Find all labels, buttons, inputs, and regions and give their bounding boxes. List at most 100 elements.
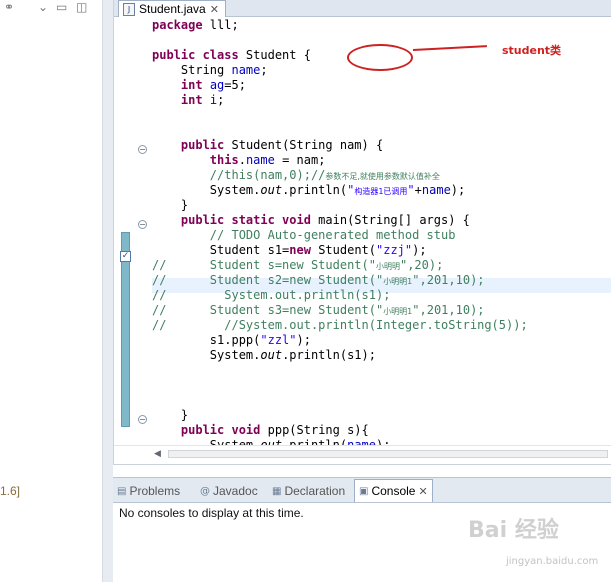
code-line[interactable]: Student s1=new Student("zzj"); (152, 243, 427, 258)
code-token: name (245, 153, 275, 167)
bottom-tab-bar: ▤ Problems @ Javadoc ▦ Declaration ▣ Con… (113, 478, 611, 503)
code-line[interactable]: // Student s3=new Student("小明明1",201,10)… (152, 303, 485, 318)
chevron-down-icon[interactable]: ⌄ (38, 0, 48, 14)
code-token: Student { (238, 48, 311, 62)
code-line[interactable]: public void ppp(String s){ (152, 423, 369, 438)
code-line[interactable]: System.out.println("构造器1已调用"+name); (152, 183, 465, 198)
tab-console[interactable]: ▣ Console ✕ (354, 479, 433, 502)
code-token: } (152, 408, 189, 422)
code-token: public void (180, 423, 261, 437)
code-token: // //System.out.println(Integer.toString… (152, 318, 528, 332)
editor-tab-student-java[interactable]: J Student.java ✕ (118, 0, 226, 17)
tab-label: Declaration (284, 484, 346, 498)
code-line[interactable]: s1.ppp("zzl"); (152, 333, 311, 348)
code-token: = nam; (274, 153, 326, 167)
editor-ruler: ✓ (114, 17, 134, 442)
declaration-icon: ▦ (272, 485, 282, 497)
code-token: System. (152, 348, 261, 362)
code-token: 小明明1 (383, 307, 413, 316)
code-line[interactable]: // TODO Auto-generated method stub (152, 228, 456, 243)
left-view-panel: ⚭ ⌄ ▭ ◫ 1.6] (0, 0, 103, 582)
code-line[interactable]: public Student(String nam) { (152, 138, 383, 153)
code-line[interactable]: // System.out.println(s1); (152, 288, 390, 303)
close-icon[interactable]: ✕ (418, 485, 427, 498)
code-token: 小明明 (375, 262, 400, 271)
code-token: name (231, 63, 261, 77)
scrollbar-thumb[interactable] (168, 450, 608, 458)
code-token: ppp(String s){ (260, 423, 369, 437)
code-token: } (152, 198, 189, 212)
tab-declaration[interactable]: ▦ Declaration (272, 481, 345, 501)
watermark-url: jingyan.baidu.com (506, 556, 599, 567)
code-token: ; (217, 93, 225, 107)
code-text-area[interactable]: package lll; public class Student { Strin… (152, 18, 611, 452)
code-token: Student( (310, 243, 376, 257)
code-editor[interactable]: J Student.java ✕ ✓ − − − package lll; pub… (113, 0, 611, 465)
code-token: ); (296, 333, 311, 347)
code-token: i (209, 93, 218, 107)
code-line[interactable]: System.out.println(s1); (152, 348, 376, 363)
fold-toggle-icon[interactable]: − (138, 415, 147, 424)
fold-toggle-icon[interactable]: − (138, 220, 147, 229)
tab-label: Problems (129, 484, 181, 498)
code-token: + (414, 183, 422, 197)
code-line[interactable]: public static void main(String[] args) { (152, 213, 470, 228)
code-token: int (180, 93, 203, 107)
code-line[interactable]: // //System.out.println(Integer.toString… (152, 318, 528, 333)
link-icon[interactable]: ⚭ (4, 0, 14, 14)
watermark-logo: Bai 经验 (468, 518, 559, 543)
code-token: String (152, 63, 232, 77)
code-token: 构造器1已调用 (354, 187, 408, 196)
scroll-left-icon[interactable]: ◀ (154, 449, 161, 459)
code-line[interactable]: // Student s2=new Student("小明明1",201,10)… (152, 273, 485, 288)
code-token: this (209, 153, 239, 167)
code-token: s1.ppp( (152, 333, 261, 347)
tab-label: Javadoc (213, 484, 258, 498)
code-token: package (152, 18, 203, 32)
code-line[interactable]: int i; (152, 93, 224, 108)
minimize-icon[interactable]: ▭ (56, 0, 67, 14)
code-line[interactable]: // Student s=new Student("小明明",20); (152, 258, 443, 273)
code-token: // TODO Auto-generated method stub (152, 228, 456, 242)
code-token: public class (152, 48, 239, 62)
code-line[interactable]: String name; (152, 63, 268, 78)
close-icon[interactable]: ✕ (210, 3, 219, 16)
code-token: // System.out.println(s1); (152, 288, 391, 302)
code-line[interactable]: this.name = nam; (152, 153, 326, 168)
code-line[interactable]: public class Student { (152, 48, 311, 63)
task-marker-icon[interactable]: ✓ (120, 251, 131, 262)
tab-problems[interactable]: ▤ Problems (117, 481, 180, 501)
code-token: main(String[] args) { (310, 213, 470, 227)
maximize-icon[interactable]: ◫ (76, 0, 87, 14)
code-line[interactable]: int ag=5; (152, 78, 246, 93)
code-token: "zzl" (260, 333, 297, 347)
code-token: ); (412, 243, 427, 257)
at-icon: @ (200, 485, 210, 497)
code-token: 参数不足,就使用参数默认值补全 (325, 172, 440, 181)
code-token: ); (450, 183, 466, 197)
code-line[interactable]: package lll; (152, 18, 239, 33)
code-token: // Student s2=new Student(" (152, 273, 384, 287)
code-token: ; (260, 63, 268, 77)
console-empty-message: No consoles to display at this time. (119, 506, 304, 520)
code-token: public static void (180, 213, 311, 227)
code-line[interactable]: } (152, 198, 188, 213)
horizontal-scrollbar[interactable]: ◀ (114, 445, 611, 462)
code-token: =5; (224, 78, 246, 92)
code-line[interactable]: //this(nam,0);//参数不足,就使用参数默认值补全 (152, 168, 440, 183)
code-token: 小明明1 (383, 277, 413, 286)
panel-divider[interactable] (103, 0, 113, 582)
tab-javadoc[interactable]: @ Javadoc (200, 481, 258, 501)
tab-label: Console (371, 484, 416, 498)
fold-toggle-icon[interactable]: − (138, 145, 147, 154)
code-line[interactable]: } (152, 408, 188, 423)
code-token: Student(String nam) { (224, 138, 384, 152)
code-token: // Student s3=new Student(" (152, 303, 384, 317)
left-view-toolbar: ⚭ ⌄ ▭ ◫ (0, 0, 102, 16)
